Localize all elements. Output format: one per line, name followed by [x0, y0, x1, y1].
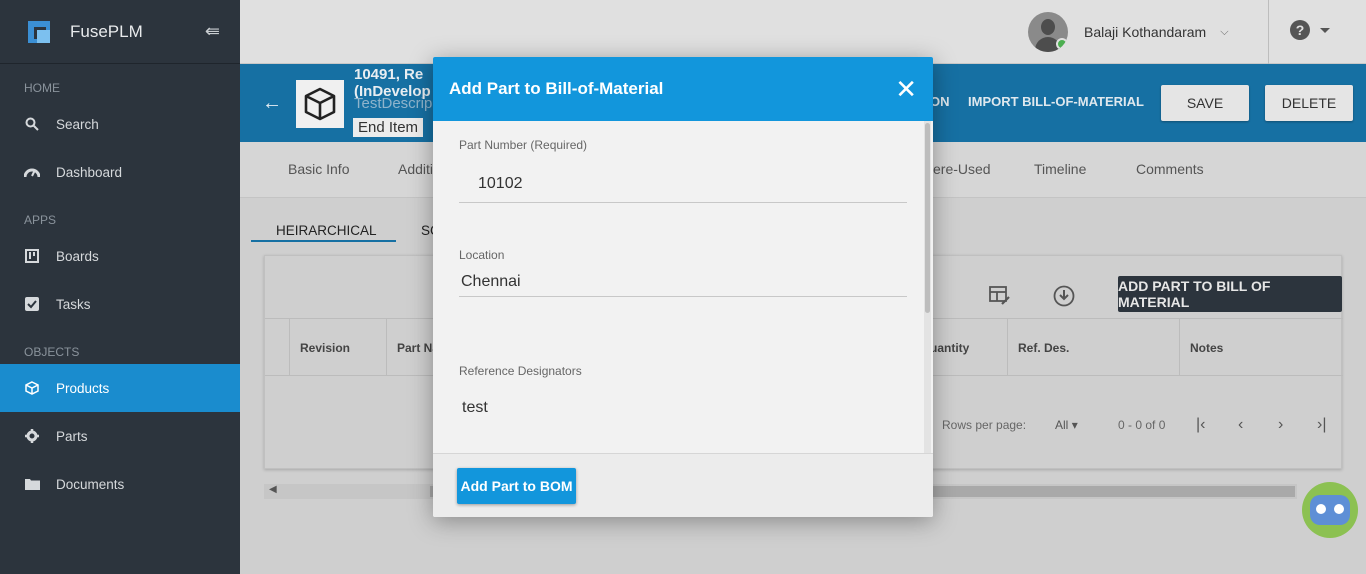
- user-menu[interactable]: Balaji Kothandaram ⌵: [1028, 12, 1229, 52]
- chatbot-icon[interactable]: [1302, 482, 1358, 538]
- part-number-label: Part Number (Required): [459, 138, 588, 152]
- column-ref-des[interactable]: Ref. Des.: [1007, 319, 1179, 375]
- tab-timeline[interactable]: Timeline: [1034, 161, 1086, 177]
- add-part-modal: Add Part to Bill-of-Material ✕ Part Numb…: [433, 57, 933, 517]
- dashboard-icon: [24, 164, 40, 180]
- sidebar: FusePLM ⇚ HOME Search Dashboard APPS Boa…: [0, 0, 240, 574]
- chevron-down-icon: ⌵: [1220, 25, 1229, 38]
- sidebar-item-documents[interactable]: Documents: [0, 460, 240, 508]
- brand-name: FusePLM: [70, 21, 143, 41]
- sidebar-item-dashboard[interactable]: Dashboard: [0, 148, 240, 196]
- modal-title: Add Part to Bill-of-Material: [449, 79, 664, 98]
- section-apps: APPS: [24, 213, 57, 227]
- pagination-range: 0 - 0 of 0: [1118, 418, 1166, 432]
- add-part-to-bom-button[interactable]: ADD PART TO BILL OF MATERIAL: [1118, 276, 1342, 312]
- sidebar-item-label: Tasks: [56, 296, 91, 312]
- sidebar-item-label: Parts: [56, 428, 88, 444]
- previous-page-icon[interactable]: ‹: [1238, 416, 1243, 434]
- next-page-icon[interactable]: ›: [1278, 416, 1283, 434]
- modal-body: Part Number (Required) Location Referenc…: [433, 121, 933, 453]
- divider: [1268, 0, 1269, 64]
- user-name: Balaji Kothandaram: [1084, 24, 1207, 40]
- first-page-icon[interactable]: |‹: [1196, 416, 1205, 434]
- reference-designators-field[interactable]: [459, 391, 907, 425]
- tab-where-used[interactable]: ere-Used: [933, 161, 991, 177]
- sidebar-item-label: Search: [56, 116, 99, 132]
- sidebar-item-tasks[interactable]: Tasks: [0, 280, 240, 328]
- fuseplm-logo: [28, 20, 50, 43]
- column-quantity[interactable]: uantity: [930, 319, 1007, 375]
- collapse-sidebar-icon[interactable]: ⇚: [205, 21, 220, 42]
- sidebar-item-search[interactable]: Search: [0, 100, 240, 148]
- modal-header: Add Part to Bill-of-Material ✕: [433, 57, 933, 121]
- active-subtab-indicator: [251, 240, 396, 242]
- tab-additional[interactable]: Additi: [398, 161, 433, 177]
- online-status-icon: [1056, 38, 1068, 50]
- sidebar-item-products[interactable]: Products: [0, 364, 240, 412]
- rows-per-page-select[interactable]: All ▾: [1055, 418, 1078, 432]
- back-arrow-icon[interactable]: ←: [262, 92, 282, 115]
- folder-icon: [24, 476, 40, 492]
- sidebar-item-label: Boards: [56, 248, 99, 264]
- rows-per-page-label: Rows per page:: [942, 418, 1027, 432]
- product-type-tag: End Item: [353, 118, 424, 137]
- help-icon: ?: [1290, 20, 1310, 40]
- modal-scrollbar[interactable]: [924, 121, 931, 453]
- cube-icon: [24, 380, 40, 396]
- section-objects: OBJECTS: [24, 345, 80, 359]
- product-description: TestDescrip: [354, 95, 433, 112]
- sidebar-item-label: Documents: [56, 476, 125, 492]
- caret-down-icon: [1320, 27, 1330, 33]
- scroll-left-icon[interactable]: ◀: [269, 484, 277, 495]
- product-cube-icon: [296, 80, 344, 128]
- section-home: HOME: [24, 81, 60, 95]
- sidebar-item-boards[interactable]: Boards: [0, 232, 240, 280]
- search-icon: [24, 116, 40, 132]
- delete-button[interactable]: DELETE: [1265, 85, 1353, 121]
- sidebar-header: FusePLM ⇚: [0, 0, 240, 64]
- import-bom-link[interactable]: IMPORT BILL-OF-MATERIAL: [968, 94, 1144, 109]
- last-page-icon[interactable]: ›|: [1317, 416, 1326, 434]
- rows-per-page-value: All: [1055, 418, 1069, 432]
- save-button[interactable]: SAVE: [1161, 85, 1249, 121]
- add-part-to-bom-submit-button[interactable]: Add Part to BOM: [457, 468, 576, 504]
- modal-footer: Add Part to BOM: [433, 453, 933, 517]
- help-menu[interactable]: ?: [1290, 20, 1330, 40]
- reference-designators-label: Reference Designators: [459, 364, 582, 378]
- sidebar-item-parts[interactable]: Parts: [0, 412, 240, 460]
- subtab-hierarchical[interactable]: HEIRARCHICAL: [276, 223, 377, 238]
- product-title-line1: 10491, Re: [354, 66, 424, 83]
- close-icon[interactable]: ✕: [895, 76, 917, 102]
- column-revision[interactable]: Revision: [289, 319, 386, 375]
- location-field[interactable]: [459, 267, 907, 297]
- location-label: Location: [459, 248, 505, 262]
- top-bar: Balaji Kothandaram ⌵ ?: [240, 0, 1366, 64]
- tab-comments[interactable]: Comments: [1136, 161, 1204, 177]
- avatar: [1028, 12, 1068, 52]
- sidebar-item-label: Products: [56, 380, 110, 396]
- board-icon: [24, 248, 40, 264]
- sidebar-item-label: Dashboard: [56, 164, 123, 180]
- scroll-thumb[interactable]: [925, 123, 930, 313]
- gear-icon: [24, 428, 40, 444]
- part-number-field[interactable]: [459, 165, 907, 203]
- download-icon[interactable]: [1053, 285, 1075, 312]
- column-notes[interactable]: Notes: [1179, 319, 1343, 375]
- checkbox-icon: [24, 296, 40, 312]
- tab-basic-info[interactable]: Basic Info: [288, 161, 349, 177]
- edit-columns-icon[interactable]: [989, 286, 1011, 311]
- caret-down-icon: ▾: [1071, 418, 1078, 432]
